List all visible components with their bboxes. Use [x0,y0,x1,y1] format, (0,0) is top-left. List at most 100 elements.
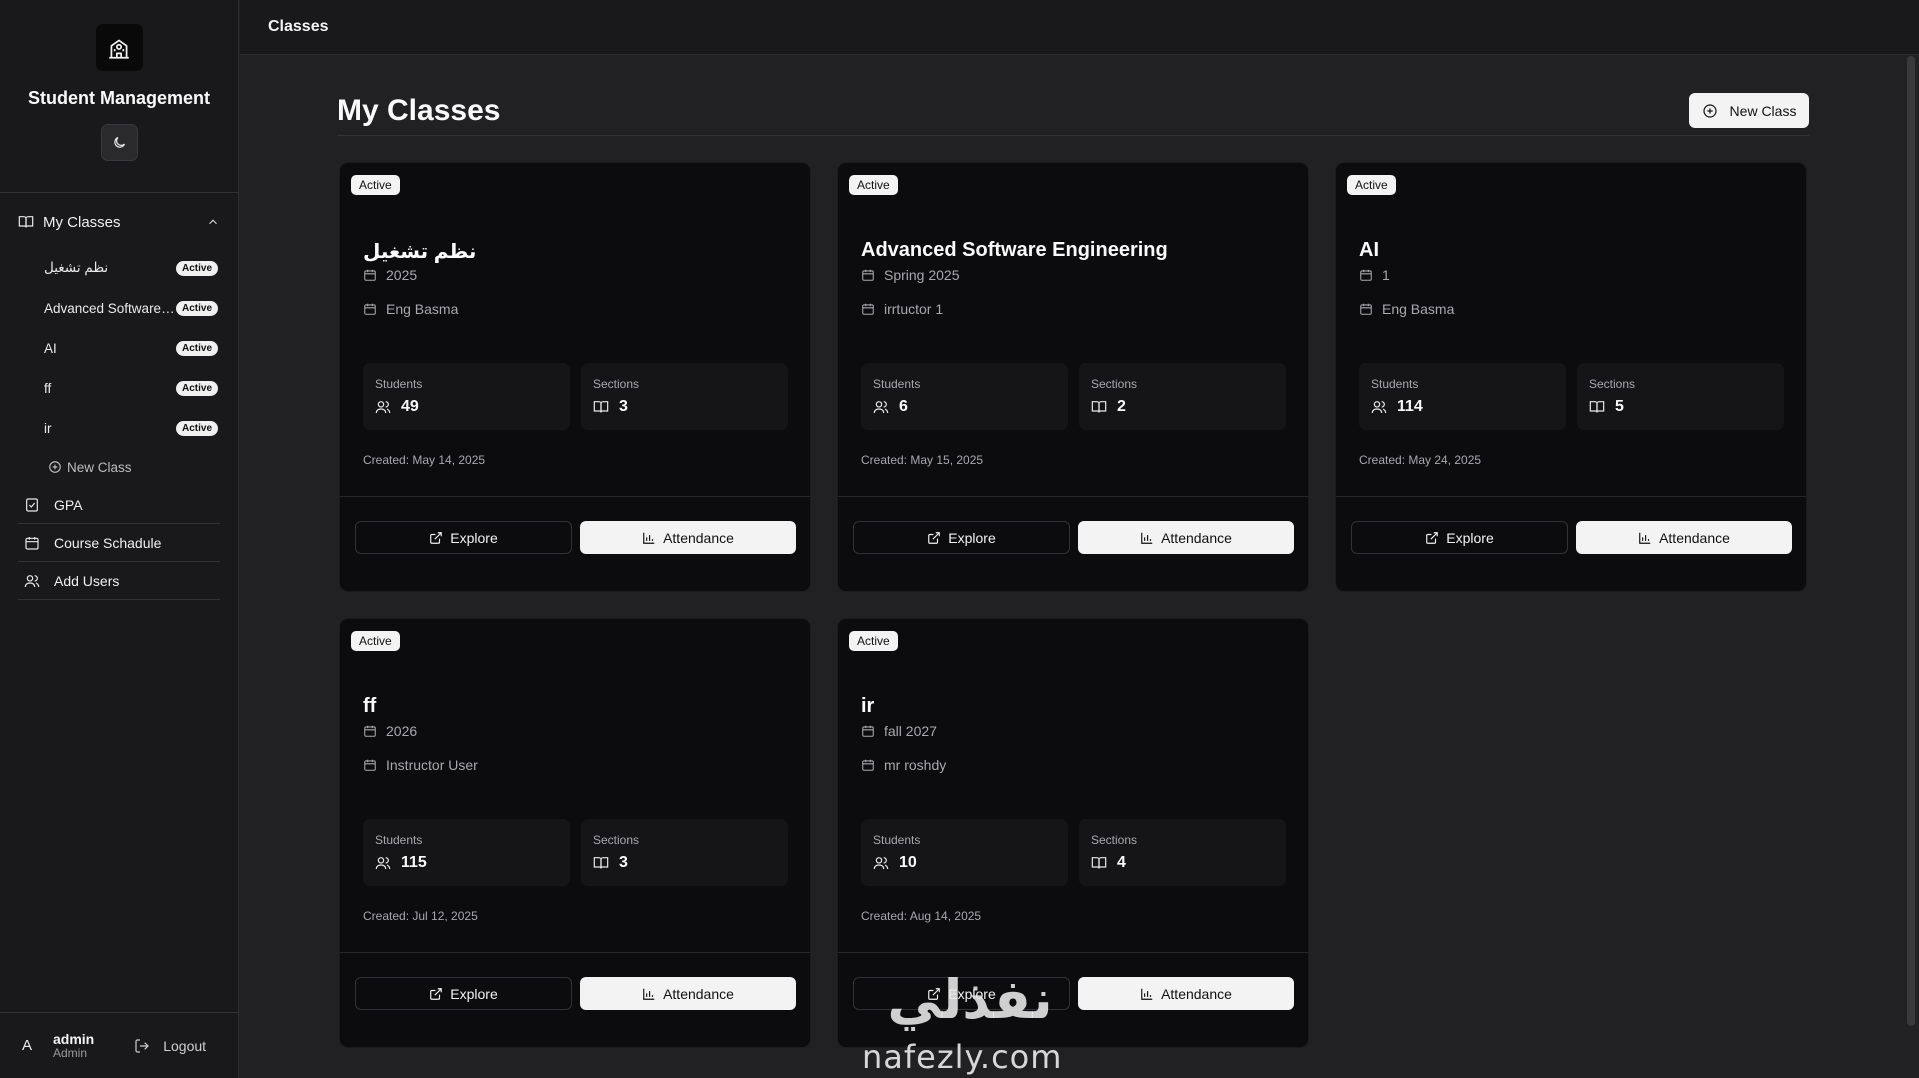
sidebar-class-item[interactable]: Advanced Software ... Active [18,288,220,328]
calendar-icon [861,302,875,316]
sidebar-class-item[interactable]: ir Active [18,408,220,448]
sidebar-group-label: My Classes [43,213,121,231]
sidebar-item-gpa[interactable]: GPA [18,486,220,524]
stat-label: Sections [593,377,640,391]
sections-stat: Sections 2 [1079,363,1286,430]
sections-count: 3 [619,398,628,415]
attendance-button[interactable]: Attendance [580,977,796,1010]
divider [838,496,1308,497]
topbar: Classes [240,0,1919,55]
sidebar-item-label: Add Users [54,572,120,589]
attendance-button[interactable]: Attendance [1078,977,1294,1010]
sections-stat: Sections 3 [581,363,788,430]
class-instructor-label: Eng Basma [1382,301,1455,317]
bar-chart-icon [1638,531,1652,545]
bar-chart-icon [642,987,656,1001]
sections-count: 5 [1615,398,1624,415]
sections-count: 3 [619,854,628,871]
stat-row: 4 [1091,854,1126,872]
logout-button[interactable]: Logout [134,1038,206,1054]
students-stat: Students 115 [363,819,570,886]
book-icon [1091,399,1107,415]
explore-button[interactable]: Explore [355,521,572,554]
stat-row: 2 [1091,398,1126,416]
watermark-arabic: نفذلي [887,968,1053,1031]
students-stat: Students 10 [861,819,1068,886]
stat-label: Students [375,377,423,391]
sidebar-item-course-schedule[interactable]: Course Schadule [18,524,220,562]
stat-row: 114 [1371,398,1423,416]
external-link-icon [429,531,443,545]
bar-chart-icon [1140,531,1154,545]
sidebar-class-label: نظم تشغيل [44,260,109,275]
class-card: Active نظم تشغيل 2025 Eng Basma Students… [339,162,811,592]
book-icon [593,855,609,871]
class-card: Active Advanced Software Engineering Spr… [837,162,1309,592]
stat-label: Students [1371,377,1419,391]
sidebar-group-my-classes[interactable]: My Classes [18,211,220,233]
divider [838,952,1308,953]
calendar-icon [861,724,875,738]
scrollbar[interactable] [1907,56,1915,1026]
class-name: ir [861,695,875,717]
stat-row: 10 [873,854,917,872]
new-class-label: New Class [1729,102,1797,119]
status-badge: Active [175,260,218,276]
sidebar-item-add-users[interactable]: Add Users [18,562,220,600]
stat-label: Students [873,377,921,391]
sidebar-item-label: GPA [54,496,83,513]
class-instructor-label: mr roshdy [884,757,947,773]
class-name: نظم تشغيل [363,241,477,263]
sidebar-item-label: Course Schadule [54,534,162,551]
attendance-label: Attendance [1161,529,1232,546]
attendance-button[interactable]: Attendance [580,521,796,554]
moon-icon [112,135,127,150]
theme-toggle-button[interactable] [100,124,138,161]
stat-label: Sections [1589,377,1636,391]
class-instructor: irrtuctor 1 [861,301,943,317]
stat-row: 49 [375,398,419,416]
explore-button[interactable]: Explore [355,977,572,1010]
explore-button[interactable]: Explore [1351,521,1568,554]
users-icon [375,399,391,415]
attendance-label: Attendance [663,529,734,546]
divider [1336,496,1806,497]
class-instructor: Instructor User [363,757,478,773]
explore-button[interactable]: Explore [853,521,1070,554]
checklist-icon [24,497,40,513]
sections-stat: Sections 3 [581,819,788,886]
attendance-label: Attendance [1161,985,1232,1002]
status-badge: Active [351,175,400,195]
class-term: 2026 [363,723,417,739]
class-term-label: Spring 2025 [884,267,960,283]
students-count: 49 [401,398,419,415]
calendar-icon [363,758,377,772]
attendance-button[interactable]: Attendance [1576,521,1792,554]
sidebar-class-label: AI [44,340,57,356]
sidebar-new-class-link[interactable]: New Class [18,448,220,486]
plus-circle-icon [1702,103,1718,119]
stat-row: 6 [873,398,908,416]
class-card: Active AI 1 Eng Basma Students 114 Secti [1335,162,1807,592]
sidebar-class-item[interactable]: ff Active [18,368,220,408]
chevron-up-icon[interactable] [206,215,220,229]
new-class-button[interactable]: New Class [1689,93,1809,128]
class-term: 2025 [363,267,417,283]
avatar[interactable]: A [22,1037,42,1054]
explore-label: Explore [948,529,996,546]
brand-area: Student Management [0,0,238,193]
class-instructor-label: Instructor User [386,757,478,773]
sidebar-nav: My Classes نظم تشغيل Active Advanced Sof… [0,193,238,600]
users-icon [375,855,391,871]
stat-row: 115 [375,854,427,872]
user-role: Admin [53,1045,88,1060]
class-name: Advanced Software Engineering [861,239,1168,261]
sidebar-class-item[interactable]: AI Active [18,328,220,368]
status-badge: Active [849,175,898,195]
status-badge: Active [1347,175,1396,195]
attendance-button[interactable]: Attendance [1078,521,1294,554]
sidebar-class-item[interactable]: نظم تشغيل Active [18,248,220,288]
class-term: 1 [1359,267,1390,283]
stat-label: Students [873,833,921,847]
students-count: 114 [1397,398,1423,415]
